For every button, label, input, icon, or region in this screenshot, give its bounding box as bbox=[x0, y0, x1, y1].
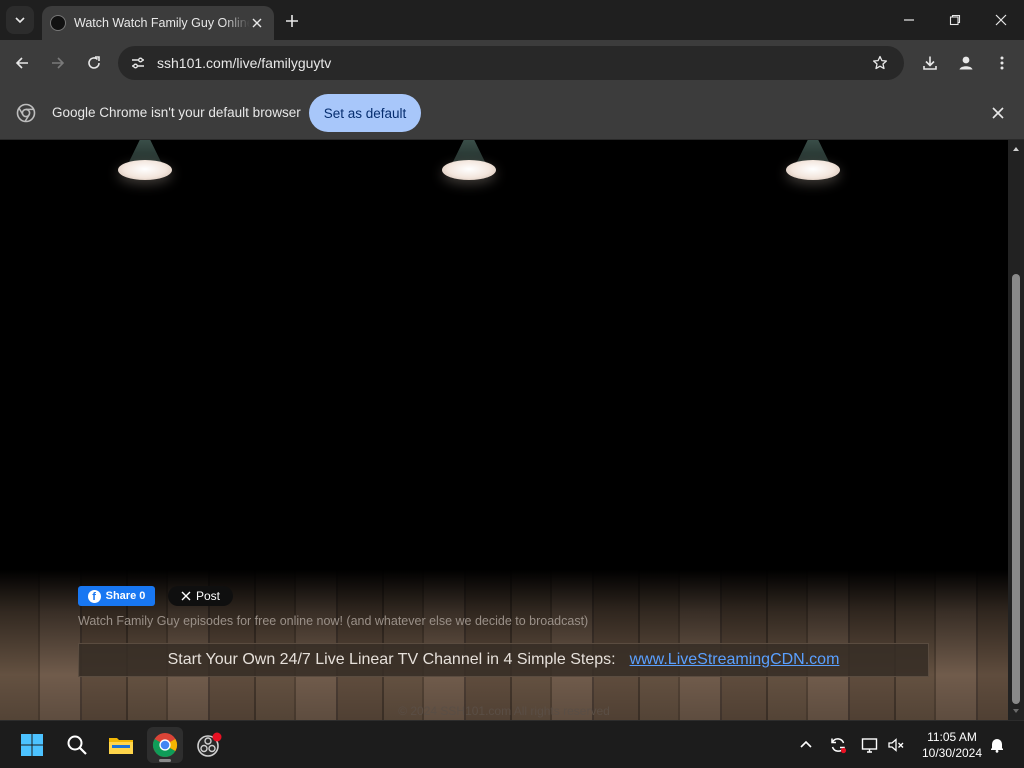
tab-strip: Watch Watch Family Guy Online bbox=[0, 0, 1024, 40]
reload-icon bbox=[88, 56, 100, 69]
clock-date: 10/30/2024 bbox=[921, 746, 983, 760]
minimize-icon bbox=[904, 19, 914, 21]
restore-icon bbox=[949, 14, 961, 26]
active-tab[interactable]: Watch Watch Family Guy Online bbox=[42, 6, 274, 40]
promo-text: Start Your Own 24/7 Live Linear TV Chann… bbox=[167, 651, 616, 668]
close-window-button[interactable] bbox=[978, 0, 1024, 40]
restore-button[interactable] bbox=[932, 0, 978, 40]
chevron-up-icon bbox=[800, 740, 812, 748]
tray-volume[interactable] bbox=[884, 733, 908, 757]
lamp-bulb bbox=[786, 160, 840, 180]
site-info-icon bbox=[132, 57, 144, 69]
plus-icon bbox=[286, 15, 298, 27]
chrome-menu-button[interactable] bbox=[988, 49, 1016, 77]
scroll-thumb[interactable] bbox=[1012, 274, 1020, 704]
bell-icon bbox=[991, 739, 1003, 753]
scroll-down-arrow[interactable] bbox=[1011, 706, 1021, 716]
speaker-muted-icon bbox=[888, 738, 904, 752]
clock-time: 11:05 AM bbox=[927, 730, 977, 744]
reload-button[interactable] bbox=[80, 49, 108, 77]
promo-banner: Start Your Own 24/7 Live Linear TV Chann… bbox=[78, 643, 929, 677]
x-post-button[interactable]: Post bbox=[168, 586, 233, 606]
chrome-logo-icon bbox=[16, 103, 36, 123]
web-page: f Share 0 Post Watch Family Guy episodes… bbox=[0, 140, 1008, 720]
post-label: Post bbox=[195, 589, 220, 603]
profile-icon bbox=[959, 56, 973, 70]
obs-icon bbox=[197, 732, 222, 757]
tray-sync[interactable] bbox=[826, 733, 850, 757]
downloads-button[interactable] bbox=[916, 49, 944, 77]
tray-network[interactable] bbox=[858, 733, 882, 757]
star-icon bbox=[872, 55, 888, 70]
chevron-down-icon bbox=[15, 17, 25, 24]
page-scrollbar[interactable] bbox=[1008, 140, 1024, 720]
stage-lamp bbox=[441, 140, 497, 186]
stage-lamp bbox=[785, 140, 841, 186]
set-as-default-button[interactable]: Set as default bbox=[309, 94, 421, 132]
taskbar-search-button[interactable] bbox=[59, 727, 95, 763]
lamp-bulb bbox=[442, 160, 496, 180]
forward-arrow-icon bbox=[52, 57, 65, 69]
start-button[interactable] bbox=[14, 727, 50, 763]
network-icon bbox=[861, 738, 878, 753]
tab-title: Watch Watch Family Guy Online bbox=[74, 16, 250, 30]
default-browser-infobar: Google Chrome isn't your default browser… bbox=[0, 86, 1024, 140]
new-tab-button[interactable] bbox=[280, 9, 304, 33]
profile-button[interactable] bbox=[952, 49, 980, 77]
url-text[interactable]: ssh101.com/live/familyguytv bbox=[157, 55, 331, 71]
chrome-icon bbox=[152, 733, 178, 758]
download-icon bbox=[923, 56, 937, 70]
facebook-icon: f bbox=[87, 589, 101, 603]
scroll-up-arrow[interactable] bbox=[1011, 144, 1021, 154]
address-bar[interactable]: ssh101.com/live/familyguytv bbox=[118, 46, 904, 80]
close-icon bbox=[995, 14, 1007, 26]
stage-lamp bbox=[117, 140, 173, 186]
page-tagline: Watch Family Guy episodes for free onlin… bbox=[78, 614, 589, 628]
x-logo-icon bbox=[181, 591, 191, 601]
taskbar-obs[interactable] bbox=[191, 727, 227, 763]
file-explorer-icon bbox=[109, 738, 133, 754]
promo-link[interactable]: www.LiveStreamingCDN.com bbox=[630, 651, 840, 669]
taskbar-chrome[interactable] bbox=[147, 727, 183, 763]
back-button[interactable] bbox=[8, 49, 36, 77]
bookmark-button[interactable] bbox=[868, 51, 892, 75]
taskbar-clock[interactable]: 11:05 AM 10/30/2024 bbox=[916, 729, 988, 761]
show-hidden-icons-button[interactable] bbox=[794, 733, 818, 757]
facebook-share-button[interactable]: f Share 0 bbox=[78, 586, 155, 606]
minimize-button[interactable] bbox=[886, 0, 932, 40]
infobar-close-button[interactable] bbox=[988, 103, 1008, 123]
site-info-button[interactable] bbox=[126, 51, 150, 75]
kebab-menu-icon bbox=[1000, 56, 1004, 70]
search-icon bbox=[67, 735, 87, 755]
tab-search-button[interactable] bbox=[6, 6, 34, 34]
taskbar-file-explorer[interactable] bbox=[103, 727, 139, 763]
lamp-bulb bbox=[118, 160, 172, 180]
infobar-message: Google Chrome isn't your default browser bbox=[52, 105, 301, 120]
close-icon bbox=[992, 107, 1004, 119]
sync-icon bbox=[831, 738, 847, 754]
tab-close-button[interactable] bbox=[248, 14, 266, 32]
forward-button[interactable] bbox=[44, 49, 72, 77]
copyright-footer: © 2024 SSH101.com All rights reserved bbox=[398, 704, 610, 718]
back-arrow-icon bbox=[15, 57, 28, 69]
close-icon bbox=[252, 18, 262, 28]
favicon-icon bbox=[50, 15, 66, 31]
active-app-indicator bbox=[159, 759, 171, 762]
share-label: Share 0 bbox=[105, 590, 146, 602]
notifications-button[interactable] bbox=[985, 733, 1009, 757]
windows-start-icon bbox=[21, 734, 43, 756]
browser-toolbar: ssh101.com/live/familyguytv bbox=[0, 40, 1024, 86]
windows-taskbar: 11:05 AM 10/30/2024 bbox=[0, 720, 1024, 768]
